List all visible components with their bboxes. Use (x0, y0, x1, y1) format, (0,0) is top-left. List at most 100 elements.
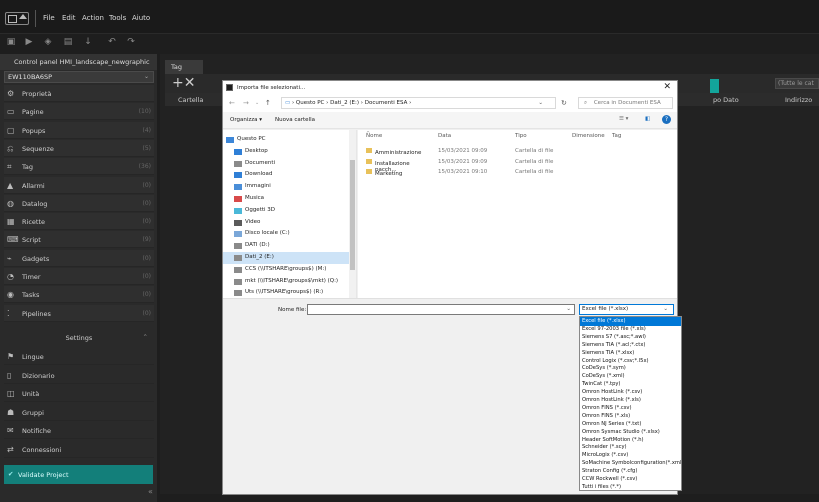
sidebar-item-allarmi[interactable]: ▲ Allarmi (0) (4, 176, 154, 194)
tree-item[interactable]: Documenti (223, 158, 349, 170)
organize-button[interactable]: Organizza ▾ (230, 117, 262, 123)
sidebar-item-count: (0) (142, 291, 152, 299)
play-icon[interactable]: ▶ (24, 37, 34, 47)
tree-item[interactable]: Dati_2 (E:) (223, 252, 349, 264)
tree-item[interactable]: Download (223, 169, 349, 181)
tree-item[interactable]: Oggetti 3D (223, 205, 349, 217)
column-tipo-dato[interactable]: po Dato (713, 96, 739, 104)
col-type[interactable]: Tipo (515, 133, 527, 139)
sidebar-item-label: Ricette (22, 218, 45, 227)
chevron-down-icon[interactable]: ⌄ (255, 100, 259, 106)
settings-item-gruppi[interactable]: ☗ Gruppi (4, 403, 154, 421)
tree-item[interactable]: CCS (\\ITSHARE\groups$) (M:) (223, 264, 349, 276)
collapse-sidebar-icon[interactable]: « (148, 487, 153, 496)
col-date[interactable]: Data (438, 133, 451, 139)
sidebar-item-label: Pagine (22, 108, 44, 117)
tree-item[interactable]: DATI (D:) (223, 240, 349, 252)
column-indirizzo[interactable]: Indirizzo (785, 96, 812, 104)
settings-item-notifiche[interactable]: ✉ Notifiche (4, 422, 154, 439)
breadcrumb-2[interactable]: Documenti ESA (365, 100, 408, 106)
home-icon[interactable] (5, 12, 29, 25)
filetype-dropdown: Excel file (*.xlsx) Excel 97-2003 file (*… (579, 316, 682, 491)
tree-item[interactable]: Questo PC (223, 134, 349, 146)
filename-input[interactable]: ⌄ (307, 304, 575, 315)
sidebar-item-tasks[interactable]: ◉ Tasks (0) (4, 286, 154, 304)
sidebar-item-popups[interactable]: ▢ Popups (4) (4, 121, 154, 139)
forward-icon[interactable]: → (243, 99, 249, 107)
validate-project-button[interactable]: ✔ Validate Project (4, 465, 153, 484)
sidebar-item-sequenze[interactable]: ⎌ Sequenze (5) (4, 139, 154, 157)
tree-item-label: mkt (\\ITSHARE\groups$\mkt) (Q:) (245, 277, 339, 284)
sidebar-item-count: (0) (142, 273, 152, 280)
tree-item[interactable]: Desktop (223, 146, 349, 158)
sidebar-item-gadgets[interactable]: ⌁ Gadgets (0) (4, 249, 154, 267)
help-icon[interactable]: ? (662, 115, 671, 124)
up-icon[interactable]: ↑ (265, 99, 271, 107)
file-row[interactable]: Amministrazione 15/03/2021 09:09 Cartella … (358, 146, 677, 157)
save-icon[interactable]: ▣ (6, 37, 16, 47)
settings-item-dizionario[interactable]: ▯ Dizionario (4, 366, 154, 384)
tree-item-label: Documenti (245, 159, 276, 166)
refresh-icon[interactable]: ↻ (561, 99, 567, 107)
download-icon[interactable]: ↓ (83, 37, 93, 47)
sidebar-item-timer[interactable]: ◔ Timer (0) (4, 268, 154, 285)
upload-icon[interactable]: ◈ (43, 37, 53, 47)
sidebar-item-label: Popups (22, 126, 46, 135)
tree-item[interactable]: Video (223, 217, 349, 229)
search-placeholder: Cerca in Documenti ESA (593, 100, 661, 106)
tree-item[interactable]: Musica (223, 193, 349, 205)
new-folder-button[interactable]: Nuova cartella (275, 117, 315, 123)
sidebar-item-datalog[interactable]: ◍ Datalog (0) (4, 194, 154, 212)
preview-pane-icon[interactable]: ◧ (645, 116, 650, 122)
view-options-icon[interactable]: ☰ ▾ (619, 116, 628, 122)
settings-item-lingue[interactable]: ⚑ Lingue (4, 348, 154, 365)
menu-aiuto[interactable]: Aiuto (132, 14, 150, 22)
breadcrumb-0[interactable]: Questo PC (296, 100, 325, 106)
undo-icon[interactable]: ↶ (107, 37, 117, 47)
menu-action[interactable]: Action (82, 14, 104, 22)
sidebar-item-pagine[interactable]: ▭ Pagine (10) (4, 103, 154, 121)
sidebar-item-script[interactable]: ⌨ Script (9) (4, 231, 154, 249)
sidebar-item-ricette[interactable]: ▦ Ricette (0) (4, 213, 154, 231)
settings-item-connessioni[interactable]: ⇄ Connessioni (4, 440, 154, 458)
filetype-select[interactable]: Excel file (*.xlsx) ⌄ (579, 304, 674, 315)
project-name: Control panel HMI_landscape_newgraphic (0, 54, 157, 70)
category-filter[interactable]: (Tutte le cat (775, 78, 819, 89)
tree-scrollbar[interactable] (349, 130, 356, 298)
menu-file[interactable]: File (43, 14, 55, 22)
folder-icon (234, 243, 242, 250)
breadcrumb-1[interactable]: Dati_2 (E:) (330, 100, 359, 106)
address-bar[interactable]: ▭ › Questo PC › Dati_2 (E:) › Documenti … (281, 97, 556, 109)
file-row[interactable]: Installazione pacch... 15/03/2021 09:09 Ca… (358, 157, 677, 173)
filetype-option[interactable]: Tutti i files (*.*) (580, 483, 681, 492)
sidebar-item-propriet-[interactable]: ⚙ Proprietà (4, 85, 154, 102)
menu-tools[interactable]: Tools (109, 14, 126, 22)
col-tag[interactable]: Tag (612, 133, 621, 139)
settings-item-unit-[interactable]: ◫ Unità (4, 385, 154, 402)
device-select[interactable]: EW110BA6SP ⌄ (4, 71, 154, 83)
chevron-down-icon[interactable]: ⌄ (566, 306, 571, 312)
tab-tag[interactable]: Tag (165, 60, 203, 74)
col-size[interactable]: Dimensione (572, 133, 605, 139)
close-icon[interactable]: ✕ (663, 82, 671, 92)
column-cartella[interactable]: Cartella (178, 96, 203, 104)
search-input[interactable]: ⌕ Cerca in Documenti ESA (578, 97, 673, 109)
tree-item[interactable]: Immagini (223, 181, 349, 193)
tree-item[interactable]: mkt (\\ITSHARE\groups$\mkt) (Q:) (223, 276, 349, 288)
tree-item[interactable]: Disco locale (C:) (223, 228, 349, 240)
file-row[interactable]: Marketing 15/03/2021 09:10 Cartella di fil… (358, 167, 677, 178)
back-icon[interactable]: ← (229, 99, 235, 107)
col-name[interactable]: Nome (366, 133, 382, 139)
scroll-thumb[interactable] (350, 160, 355, 270)
sidebar-item-pipelines[interactable]: ⁚ Pipelines (0) (4, 304, 154, 322)
sidebar-item-tag[interactable]: ⌗ Tag (36) (4, 158, 154, 176)
app-window: File Edit Action Tools Aiuto ▣ ▶ ◈ ▤ ↓ ↶… (0, 0, 819, 502)
settings-header[interactable]: Settings ⌃ (4, 330, 154, 346)
add-tag-icon[interactable]: +✕ (172, 75, 195, 91)
chevron-down-icon[interactable]: ⌄ (538, 100, 543, 106)
menu-edit[interactable]: Edit (62, 14, 76, 22)
import-file-dialog: Importa file selezionati... ✕ ← → ⌄ ↑ ▭ … (222, 80, 682, 495)
export-icon[interactable]: ▤ (63, 37, 73, 47)
redo-icon[interactable]: ↷ (126, 37, 136, 47)
validate-label: Validate Project (18, 471, 69, 479)
